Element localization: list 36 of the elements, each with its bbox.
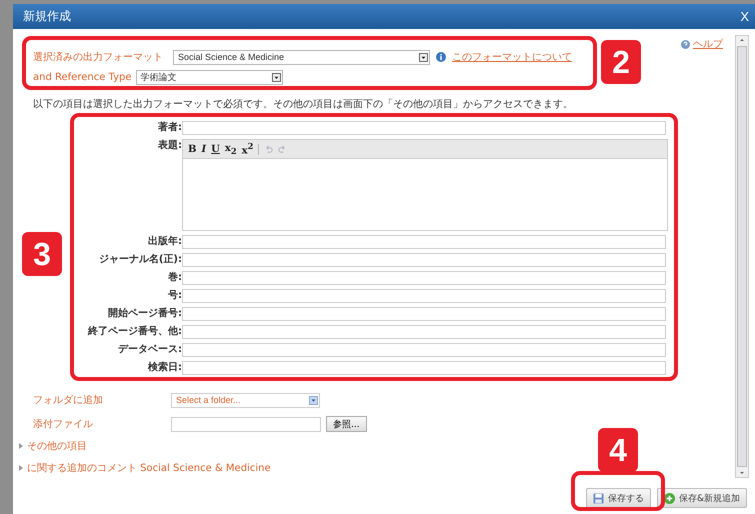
save-button[interactable]: 保存する (586, 488, 651, 508)
step-number-badge: 3 (22, 232, 62, 276)
field-label: 巻: (167, 271, 182, 285)
folder-label: フォルダに追加 (33, 394, 104, 407)
window-title: 新規作成 (23, 8, 71, 25)
field-label: ジャーナル名(正): (98, 253, 182, 267)
bold-button[interactable]: B (188, 144, 196, 154)
help-link[interactable]: ヘルプ (693, 37, 723, 51)
reference-type-select[interactable]: 学術論文 (136, 70, 282, 84)
underline-button[interactable]: U (211, 144, 220, 154)
field-label: 終了ページ番号、他: (86, 325, 182, 339)
save-and-new-button[interactable]: 保存&新規追加 (656, 488, 747, 508)
italic-button[interactable]: I (201, 144, 206, 154)
field-label: 検索日: (146, 361, 182, 375)
reference-type-label: and Reference Type (33, 72, 132, 82)
field-label: 開始ページ番号: (107, 307, 182, 321)
field-label: 号: (167, 289, 182, 303)
instructions-text: 以下の項目は選択した出力フォーマットで必須です。その他の項目は画面下の「その他の項目」からアクセスできます。 (33, 98, 574, 112)
folder-select[interactable]: Select a folder... (171, 392, 320, 408)
subscript-button[interactable]: x$_{2}$ (224, 142, 237, 156)
format-label: 選択済みの出力フォーマット (33, 50, 163, 64)
format-select[interactable]: Social Science & Medicine (173, 50, 430, 64)
step-number-badge: 2 (601, 40, 641, 84)
rich-text-editor[interactable]: B I U x$_{2}$ x$^{2}$ (182, 139, 668, 231)
field-label: 表題: (157, 139, 182, 153)
field-label: データベース: (117, 343, 182, 357)
browse-button[interactable]: 参照... (326, 416, 367, 432)
about-format-link[interactable]: このフォーマットについて (452, 50, 572, 64)
step-number-badge: 4 (598, 428, 638, 472)
attachment-label: 添付ファイル (33, 418, 94, 431)
section-toggle-link[interactable]: に関する追加のコメント Social Science & Medicine (27, 461, 271, 475)
section-toggle-link[interactable]: その他の項目 (27, 439, 87, 453)
field-label: 出版年: (147, 235, 182, 249)
close-button[interactable]: X (740, 9, 749, 24)
field-label: 著者: (157, 121, 182, 135)
superscript-button[interactable]: x$^{2}$ (242, 141, 254, 157)
